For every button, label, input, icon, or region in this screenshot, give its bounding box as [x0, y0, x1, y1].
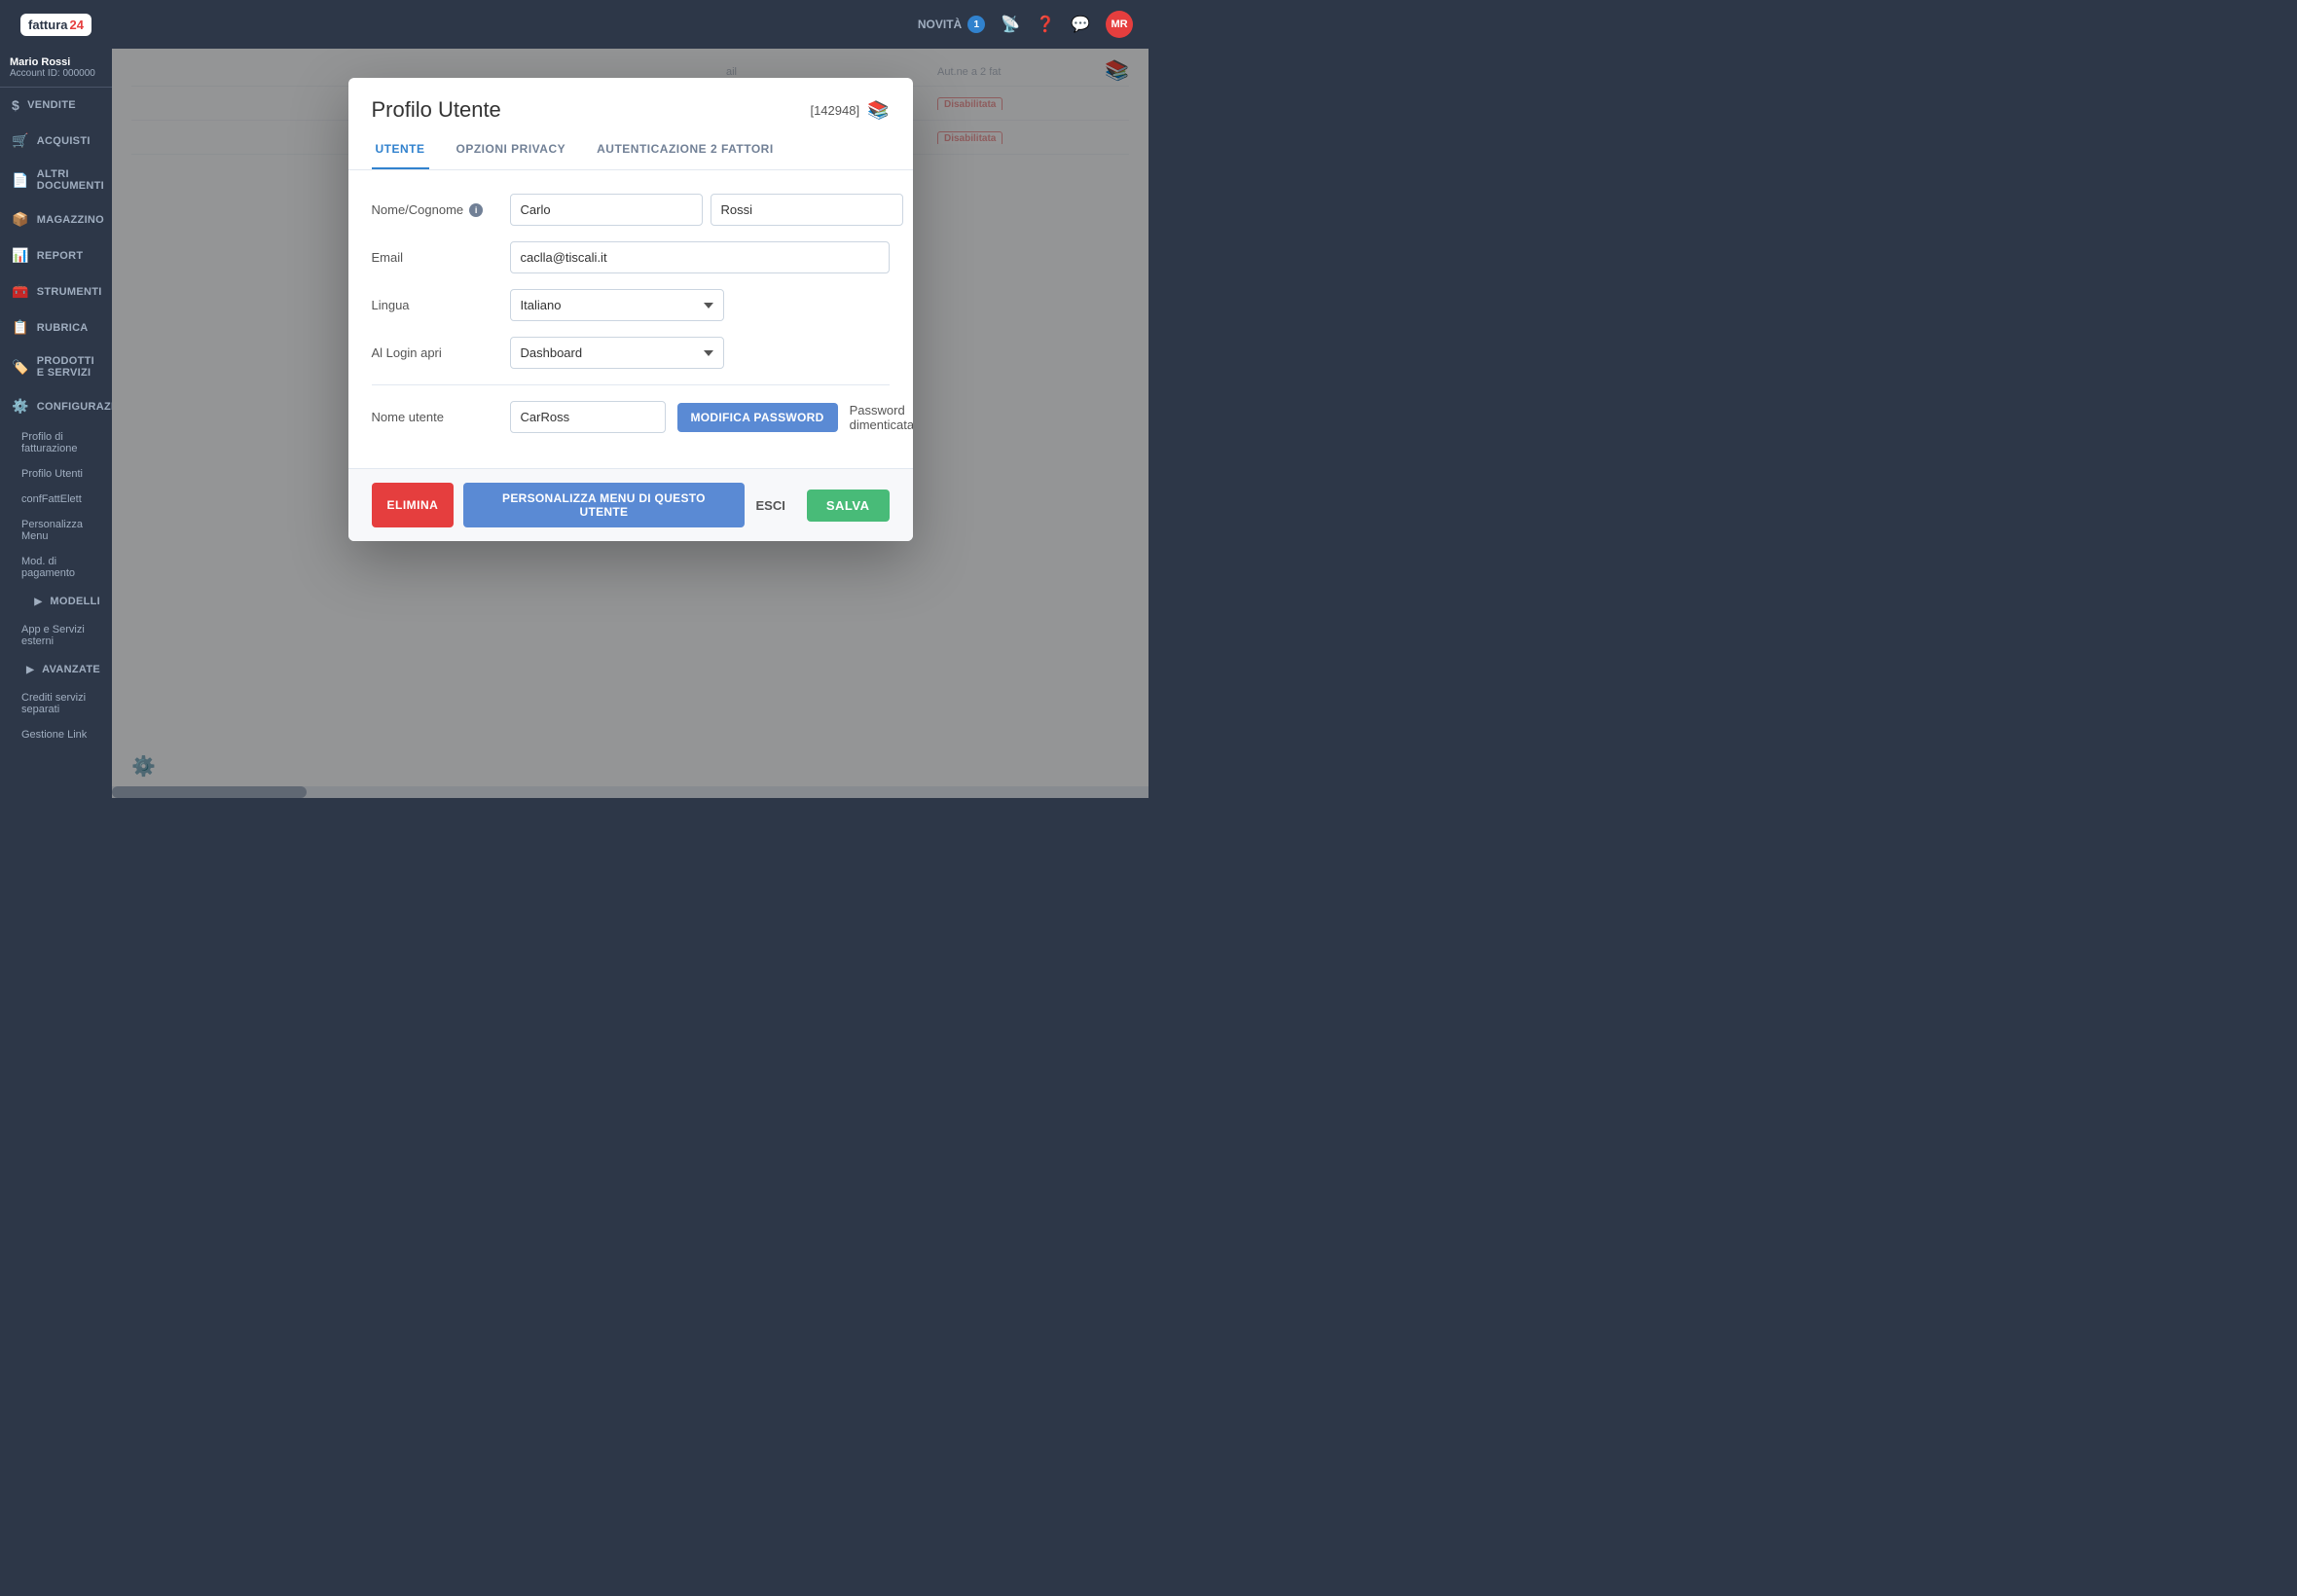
report-icon: 📊: [12, 247, 29, 264]
sidebar-item-avanzate[interactable]: ▶ Avanzate: [0, 654, 112, 685]
strumenti-icon: 🧰: [12, 283, 29, 300]
nome-cognome-inputs: [510, 194, 903, 226]
account-id: Account ID: 000000: [10, 68, 102, 79]
nome-label: Nome/Cognome i: [372, 202, 498, 217]
username-label: Nome utente: [372, 410, 498, 424]
sidebar-subitem-gestione-link[interactable]: Gestione Link: [0, 722, 112, 747]
logo-24: 24: [69, 18, 83, 32]
sidebar-item-modelli[interactable]: ▶ Modelli: [0, 586, 112, 617]
info-icon[interactable]: i: [469, 203, 483, 217]
user-avatar[interactable]: MR: [1106, 11, 1133, 38]
email-label: Email: [372, 250, 498, 265]
sidebar-subitem-conffattelett[interactable]: confFattElett: [0, 487, 112, 512]
sidebar-item-acquisti[interactable]: 🛒 ACQUISTI: [0, 123, 112, 159]
book-icon[interactable]: 📚: [867, 100, 889, 121]
sidebar-item-prodotti[interactable]: 🏷️ PRODOTTI E SERVIZI: [0, 345, 112, 388]
novita-label: NOVITÀ: [918, 18, 962, 31]
main-content: ail Aut.ne a 2 fat tura24profes... Disab…: [112, 49, 1148, 798]
username-row: Nome utente MODIFICA PASSWORD Password d…: [372, 401, 890, 433]
forgot-password-link[interactable]: Password dimenticata?: [850, 403, 913, 432]
sidebar-item-rubrica[interactable]: 📋 RUBRICA: [0, 309, 112, 345]
config-icon: ⚙️: [12, 398, 29, 415]
prodotti-icon: 🏷️: [12, 359, 29, 376]
modal-title: Profilo Utente: [372, 97, 501, 123]
form-separator: [372, 384, 890, 385]
login-apri-label: Al Login apri: [372, 345, 498, 360]
sidebar-nav: $ VENDITE 🛒 ACQUISTI 📄 ALTRI DOCUMENTI 📦…: [0, 88, 112, 798]
nome-input[interactable]: [510, 194, 703, 226]
sidebar-subitem-crediti[interactable]: Crediti servizi separati: [0, 685, 112, 722]
novita-badge: 1: [967, 16, 985, 33]
acquisti-icon: 🛒: [12, 132, 29, 149]
logo[interactable]: fattura 24: [0, 0, 112, 49]
sidebar-item-configurazione[interactable]: ⚙️ CONFIGURAZIONE: [0, 388, 112, 424]
login-apri-select[interactable]: Dashboard Vendite Acquisti: [510, 337, 724, 369]
sidebar-item-strumenti[interactable]: 🧰 STRUMENTI: [0, 273, 112, 309]
sidebar-subitem-profilo-utenti[interactable]: Profilo Utenti: [0, 461, 112, 487]
modal-id-section: [142948] 📚: [810, 100, 889, 121]
novita-section[interactable]: NOVITÀ 1: [918, 16, 985, 33]
footer-right-actions: ESCI SALVA: [745, 490, 890, 522]
sidebar-subitem-profilo-fatturazione[interactable]: Profilo di fatturazione: [0, 424, 112, 461]
modal-header: Profilo Utente [142948] 📚: [348, 78, 913, 123]
footer-left-actions: ELIMINA PERSONALIZZA MENU DI QUESTO UTEN…: [372, 483, 745, 527]
sidebar-item-altri-documenti[interactable]: 📄 ALTRI DOCUMENTI: [0, 159, 112, 201]
vendite-icon: $: [12, 97, 19, 113]
help-icon[interactable]: ❓: [1036, 15, 1055, 34]
modal-dialog: Profilo Utente [142948] 📚 UTENTE OPZIONI…: [348, 78, 913, 541]
personalizza-menu-button[interactable]: PERSONALIZZA MENU DI QUESTO UTENTE: [463, 483, 744, 527]
modal-body: Nome/Cognome i Email: [348, 170, 913, 468]
expand-avanzate-icon: ▶: [26, 665, 34, 675]
tab-autenticazione[interactable]: AUTENTICAZIONE 2 FATTORI: [593, 130, 778, 169]
lingua-label: Lingua: [372, 298, 498, 312]
sidebar-item-report[interactable]: 📊 REPORT: [0, 237, 112, 273]
email-row: Email: [372, 241, 890, 273]
cognome-input[interactable]: [711, 194, 903, 226]
nome-cognome-row: Nome/Cognome i: [372, 194, 890, 226]
altri-doc-icon: 📄: [12, 172, 29, 189]
sidebar-item-magazzino[interactable]: 📦 MAGAZZINO: [0, 201, 112, 237]
username-input[interactable]: [510, 401, 666, 433]
sidebar-subitem-mod-pagamento[interactable]: Mod. di pagamento: [0, 549, 112, 586]
email-input[interactable]: [510, 241, 890, 273]
wifi-icon[interactable]: 📡: [1001, 15, 1020, 34]
sidebar-item-vendite[interactable]: $ VENDITE: [0, 88, 112, 123]
lingua-select[interactable]: Italiano English Español: [510, 289, 724, 321]
modify-password-button[interactable]: MODIFICA PASSWORD: [677, 403, 838, 432]
salva-button[interactable]: SALVA: [807, 490, 890, 522]
monitor-icon[interactable]: 💬: [1071, 15, 1090, 34]
rubrica-icon: 📋: [12, 319, 29, 336]
user-info: Mario Rossi Account ID: 000000: [0, 49, 112, 88]
topbar: NOVITÀ 1 📡 ❓ 💬 MR: [112, 0, 1148, 49]
esci-button[interactable]: ESCI: [745, 490, 797, 522]
magazzino-icon: 📦: [12, 211, 29, 228]
email-inputs: [510, 241, 890, 273]
sidebar: fattura 24 Mario Rossi Account ID: 00000…: [0, 0, 112, 798]
login-apri-inputs: Dashboard Vendite Acquisti: [510, 337, 890, 369]
user-name: Mario Rossi: [10, 56, 102, 68]
logo-fattura: fattura: [28, 18, 67, 32]
expand-icon: ▶: [34, 597, 42, 607]
lingua-row: Lingua Italiano English Español: [372, 289, 890, 321]
tab-opzioni-privacy[interactable]: OPZIONI PRIVACY: [453, 130, 570, 169]
modal-footer: ELIMINA PERSONALIZZA MENU DI QUESTO UTEN…: [348, 468, 913, 541]
elimina-button[interactable]: ELIMINA: [372, 483, 455, 527]
tab-utente[interactable]: UTENTE: [372, 130, 429, 169]
sidebar-subitem-personalizza[interactable]: Personalizza Menu: [0, 512, 112, 549]
modal-id: [142948]: [810, 103, 859, 118]
sidebar-subitem-app[interactable]: App e Servizi esterni: [0, 617, 112, 654]
modal-overlay: Profilo Utente [142948] 📚 UTENTE OPZIONI…: [112, 49, 1148, 798]
modal-tabs: UTENTE OPZIONI PRIVACY AUTENTICAZIONE 2 …: [348, 130, 913, 170]
login-apri-row: Al Login apri Dashboard Vendite Acquisti: [372, 337, 890, 369]
lingua-inputs: Italiano English Español: [510, 289, 890, 321]
